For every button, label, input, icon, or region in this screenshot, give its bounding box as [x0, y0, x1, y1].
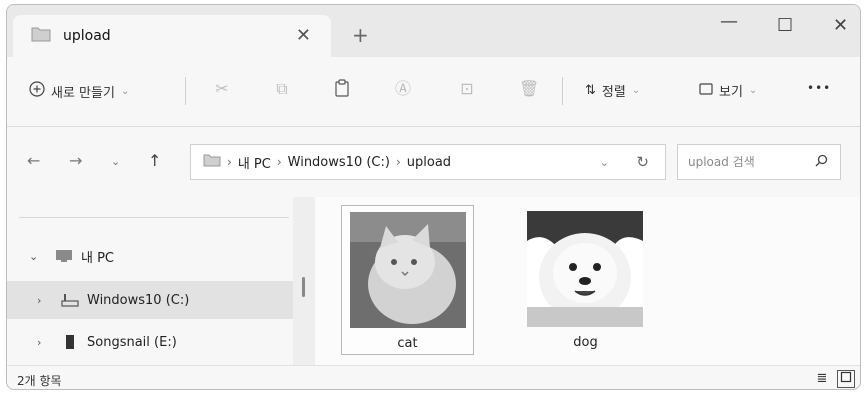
search-icon[interactable] [815, 154, 828, 171]
pc-icon [55, 249, 73, 267]
breadcrumb-separator: › [395, 155, 401, 169]
folder-icon [203, 153, 221, 171]
file-name: cat [397, 336, 418, 351]
minimize-button[interactable]: — [720, 11, 738, 32]
splitter-handle[interactable] [302, 277, 305, 297]
file-item-cat[interactable]: cat [341, 205, 474, 355]
breadcrumb-separator: › [227, 155, 232, 169]
more-options-button[interactable]: ••• [807, 81, 831, 95]
nav-divider [19, 217, 289, 218]
tree-item-windows10-c[interactable]: › Windows10 (C:) [7, 281, 293, 319]
new-tab-button[interactable]: + [352, 23, 369, 47]
new-button-label: 새로 만들기 [51, 85, 115, 101]
chevron-right-icon[interactable]: › [37, 336, 41, 349]
sort-button-label: 정렬 [601, 85, 626, 100]
item-count: 2개 항목 [17, 374, 62, 388]
recent-locations-chevron-icon[interactable]: ⌄ [111, 155, 120, 168]
status-bar: 2개 항목 ≣ [7, 365, 860, 389]
breadcrumb-this-pc[interactable]: 내 PC [238, 153, 271, 172]
tree-item-label: 내 PC [81, 250, 115, 266]
file-name: dog [573, 335, 598, 350]
up-arrow-icon[interactable]: ↑ [148, 151, 161, 170]
details-view-icon[interactable]: ≣ [813, 370, 831, 388]
navigation-pane: ⌄ 내 PC › Windows10 (C:) › Songsnail (E:) [7, 197, 293, 365]
forward-arrow-icon[interactable]: → [69, 151, 82, 170]
tree-item-songsnail-e[interactable]: › Songsnail (E:) [7, 323, 293, 361]
cat-thumbnail [350, 212, 466, 328]
breadcrumb-upload[interactable]: upload [407, 155, 451, 170]
sort-icon: ⇅ [585, 83, 596, 98]
tree-item-this-pc[interactable]: ⌄ 내 PC [7, 237, 293, 275]
plus-circle-icon [29, 81, 45, 101]
usb-drive-icon [65, 334, 75, 354]
folder-icon [31, 26, 51, 46]
dog-thumbnail [527, 211, 643, 327]
file-view: cat dog [315, 197, 860, 365]
address-row: ← → ⌄ ↑ › 내 PC › Windows10 (C:) › upload… [7, 127, 860, 197]
copy-icon[interactable]: ⧉ [272, 79, 292, 99]
view-button-label: 보기 [719, 85, 743, 100]
tab-upload[interactable]: upload ✕ [13, 15, 331, 57]
chevron-down-icon: ⌄ [748, 85, 758, 96]
address-history-chevron-icon[interactable]: ⌄ [600, 156, 609, 169]
chevron-down-icon: ⌄ [631, 85, 641, 96]
drive-icon [61, 293, 79, 311]
view-button[interactable]: 보기 ⌄ [699, 81, 757, 100]
rename-icon[interactable]: Ⓐ [393, 79, 413, 99]
tab-close-icon[interactable]: ✕ [296, 25, 311, 46]
toolbar-divider [562, 77, 563, 105]
delete-icon[interactable]: 🗑 [519, 79, 539, 99]
close-window-button[interactable]: ✕ [833, 15, 848, 36]
chevron-down-icon: ⌄ [120, 85, 130, 97]
tree-item-label: Songsnail (E:) [87, 334, 177, 350]
maximize-button[interactable]: ☐ [777, 15, 793, 36]
chevron-down-icon[interactable]: ⌄ [29, 250, 38, 263]
sort-button[interactable]: ⇅ 정렬 ⌄ [585, 81, 640, 100]
search-box[interactable] [677, 144, 841, 180]
nav-pane-splitter[interactable] [293, 197, 315, 365]
file-explorer-window: upload ✕ + — ☐ ✕ 새로 만들기 ⌄ ✂ ⧉ Ⓐ ⊡ 🗑 ⇅ 정렬… [6, 4, 861, 390]
tab-title: upload [63, 28, 111, 44]
search-input[interactable] [688, 155, 798, 169]
paste-icon[interactable] [332, 79, 352, 99]
file-item-dog[interactable]: dog [519, 205, 652, 355]
share-icon[interactable]: ⊡ [457, 79, 477, 99]
back-arrow-icon[interactable]: ← [27, 151, 40, 170]
tree-item-label: Windows10 (C:) [87, 292, 190, 308]
tab-bar: upload ✕ + — ☐ ✕ [7, 5, 860, 57]
toolbar-divider [185, 77, 186, 105]
large-icons-view-icon[interactable] [837, 370, 855, 388]
command-bar: 새로 만들기 ⌄ ✂ ⧉ Ⓐ ⊡ 🗑 ⇅ 정렬 ⌄ 보기 ⌄ ••• [7, 57, 860, 127]
address-bar[interactable]: › 내 PC › Windows10 (C:) › upload ⌄ ↻ [190, 144, 666, 180]
view-icon [699, 82, 713, 99]
chevron-right-icon[interactable]: › [37, 294, 41, 307]
new-button[interactable]: 새로 만들기 ⌄ [29, 81, 129, 101]
cut-icon[interactable]: ✂ [212, 79, 232, 99]
breadcrumb-separator: › [276, 155, 282, 169]
refresh-icon[interactable]: ↻ [636, 153, 649, 171]
breadcrumb-drive-c[interactable]: Windows10 (C:) [288, 155, 390, 170]
